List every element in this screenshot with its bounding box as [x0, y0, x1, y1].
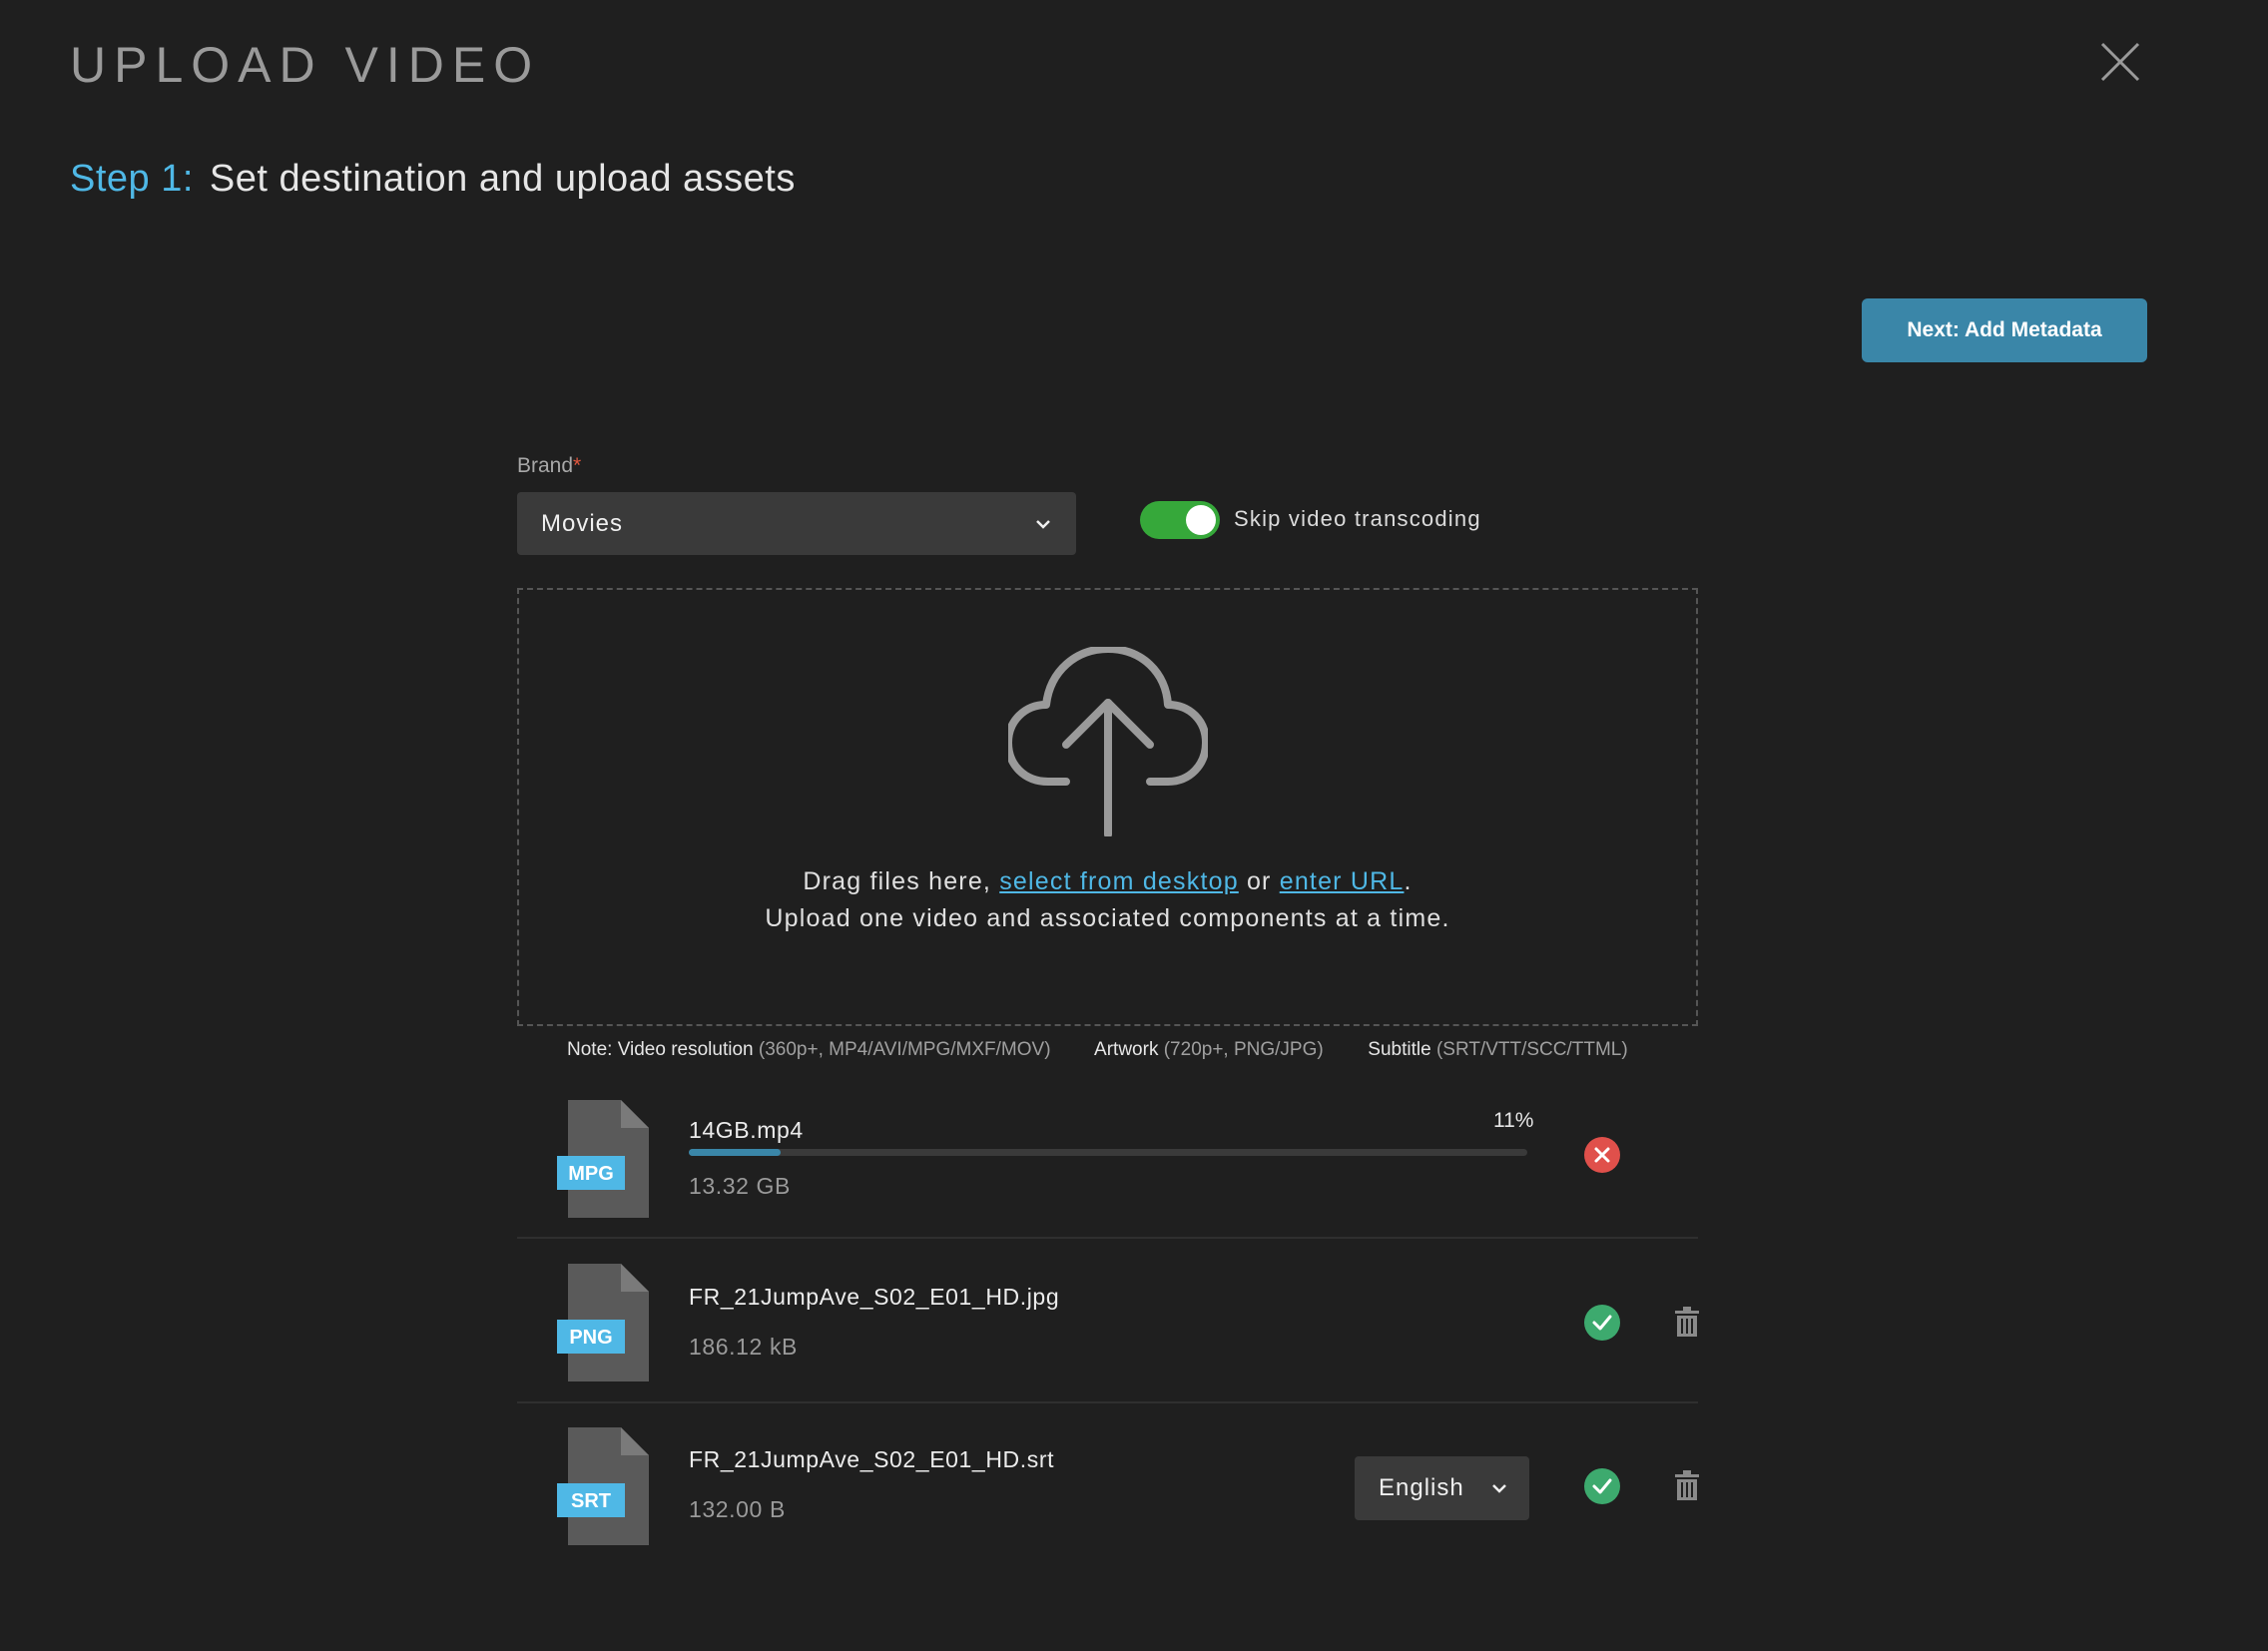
- png-file-icon: PNG: [557, 1264, 649, 1381]
- brand-select-value: Movies: [541, 509, 624, 537]
- required-marker: *: [573, 454, 582, 477]
- upload-video-page: UPLOAD VIDEO Step 1: Set destination and …: [0, 0, 2268, 1651]
- format-note: Note: Video resolution (360p+, MP4/AVI/M…: [567, 1039, 1628, 1061]
- chevron-down-icon: [1492, 1483, 1506, 1493]
- success-check-icon: [1584, 1468, 1620, 1504]
- page-title: UPLOAD VIDEO: [70, 37, 541, 93]
- enter-url-link[interactable]: enter URL: [1280, 867, 1405, 895]
- note-subtitle-label: Subtitle: [1368, 1039, 1431, 1060]
- file-type-badge: PNG: [569, 1327, 612, 1349]
- dropzone-text-prefix: Drag files here,: [803, 867, 1000, 895]
- trash-icon[interactable]: [1675, 1307, 1699, 1337]
- file-size: 186.12 kB: [689, 1334, 798, 1360]
- file-name: FR_21JumpAve_S02_E01_HD.srt: [689, 1446, 1055, 1472]
- chevron-down-icon: [1036, 519, 1050, 529]
- file-type-badge: MPG: [568, 1163, 614, 1185]
- file-type-badge: SRT: [571, 1490, 611, 1512]
- srt-file-icon: SRT: [557, 1427, 649, 1545]
- subtitle-language-select[interactable]: English: [1355, 1456, 1529, 1520]
- upload-percent: 11%: [1493, 1109, 1534, 1132]
- step-description: Set destination and upload assets: [209, 158, 796, 200]
- dropzone-subtext: Upload one video and associated componen…: [765, 904, 1450, 932]
- close-icon[interactable]: [2096, 38, 2144, 86]
- note-video-label: Note: Video resolution: [567, 1039, 754, 1060]
- cancel-upload-icon[interactable]: [1584, 1137, 1620, 1173]
- dropzone-text-suffix: .: [1404, 867, 1413, 895]
- dropzone-instructions: Drag files here, select from desktop or …: [517, 867, 1698, 896]
- skip-transcoding-toggle[interactable]: [1140, 501, 1220, 539]
- language-select-value: English: [1379, 1474, 1464, 1501]
- note-artwork-detail: (720p+, PNG/JPG): [1163, 1039, 1324, 1060]
- note-video-detail: (360p+, MP4/AVI/MPG/MXF/MOV): [758, 1039, 1051, 1060]
- file-size: 132.00 B: [689, 1496, 786, 1522]
- note-subtitle-detail: (SRT/VTT/SCC/TTML): [1435, 1039, 1628, 1060]
- file-row-subtitle: SRT FR_21JumpAve_S02_E01_HD.srt 132.00 B…: [517, 1403, 1699, 1566]
- upload-progress-bar: [689, 1149, 1527, 1156]
- success-check-icon: [1584, 1305, 1620, 1341]
- trash-icon[interactable]: [1675, 1470, 1699, 1500]
- cloud-upload-icon: [1008, 647, 1208, 836]
- upload-progress-fill: [689, 1149, 782, 1156]
- step-heading: Step 1: Set destination and upload assets: [70, 158, 796, 201]
- file-name: 14GB.mp4: [689, 1117, 804, 1143]
- file-row-video: MPG 14GB.mp4 11% 13.32 GB: [517, 1076, 1698, 1239]
- brand-select[interactable]: Movies: [517, 492, 1076, 555]
- note-artwork-label: Artwork: [1094, 1039, 1159, 1060]
- file-name: FR_21JumpAve_S02_E01_HD.jpg: [689, 1284, 1060, 1310]
- brand-label-text: Brand: [517, 454, 574, 477]
- file-row-artwork: PNG FR_21JumpAve_S02_E01_HD.jpg 186.12 k…: [517, 1241, 1699, 1403]
- file-size: 13.32 GB: [689, 1173, 791, 1199]
- mpg-file-icon: MPG: [557, 1100, 649, 1218]
- step-number: Step 1:: [70, 158, 194, 200]
- skip-transcoding-label: Skip video transcoding: [1234, 506, 1481, 531]
- toggle-knob: [1186, 505, 1216, 535]
- next-add-metadata-button[interactable]: Next: Add Metadata: [1862, 298, 2147, 362]
- dropzone-text-mid: or: [1238, 867, 1280, 895]
- select-from-desktop-link[interactable]: select from desktop: [999, 867, 1239, 895]
- brand-label: Brand*: [517, 454, 581, 478]
